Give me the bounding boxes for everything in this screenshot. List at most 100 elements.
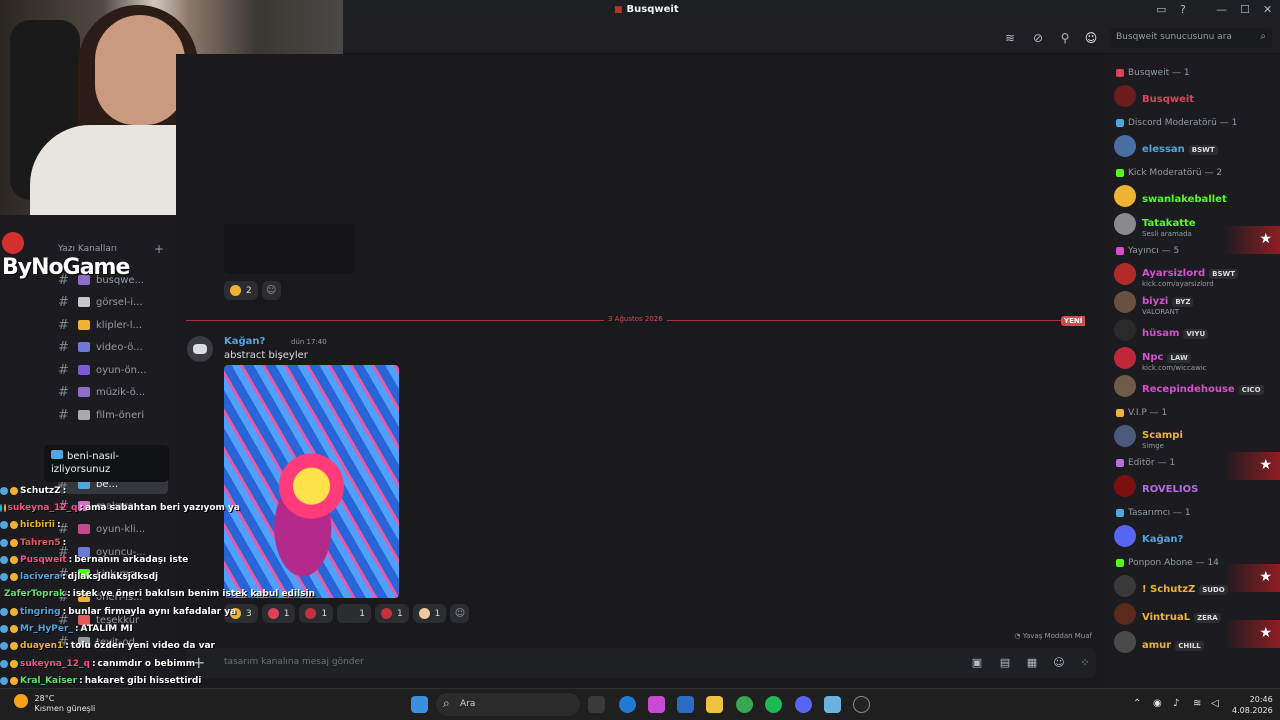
stream-logo: ByNoGame bbox=[2, 230, 152, 280]
member-item[interactable]: swanlakeballet bbox=[1114, 184, 1274, 208]
member-item[interactable]: biyzi BYZ VALORANT bbox=[1114, 290, 1274, 316]
member-avatar bbox=[1114, 263, 1136, 285]
server-search-input[interactable]: Busqweit sunucusunu ara ⌕ bbox=[1110, 28, 1272, 48]
taskbar-search[interactable]: Ara bbox=[436, 693, 580, 716]
member-server-tag: BSWT bbox=[1188, 144, 1218, 155]
add-channel-icon[interactable]: + bbox=[154, 242, 164, 256]
member-avatar bbox=[1114, 135, 1136, 157]
member-name: elessan bbox=[1142, 143, 1185, 155]
weather-widget[interactable]: 28°C Kısmen güneşli bbox=[14, 694, 95, 714]
channel-label: oyun-ön... bbox=[96, 364, 147, 376]
member-avatar bbox=[1114, 375, 1136, 397]
edge-icon[interactable] bbox=[619, 696, 636, 713]
banner-kagan bbox=[1224, 564, 1280, 592]
member-item[interactable]: hüsam VIYU bbox=[1114, 318, 1274, 342]
task-view-icon[interactable] bbox=[588, 696, 605, 713]
channel-item[interactable]: # klipler-l... bbox=[58, 315, 168, 335]
taskbar-clock[interactable]: 20:46 4.08.2026 bbox=[1232, 694, 1273, 716]
chat-badge-icon bbox=[0, 538, 8, 547]
member-item[interactable]: elessan BSWT bbox=[1114, 134, 1274, 158]
abstract-art-image[interactable] bbox=[224, 365, 399, 598]
gif-icon[interactable]: ▤ bbox=[998, 656, 1012, 670]
mic-icon[interactable]: ♪ bbox=[1173, 698, 1179, 709]
message-reactions: 3 1 1 1 1 1 ☺ bbox=[224, 604, 470, 623]
inbox-icon[interactable]: ▭ bbox=[1156, 3, 1166, 16]
channel-emoji-icon bbox=[78, 365, 90, 375]
role-icon bbox=[1116, 459, 1124, 467]
reaction-pill[interactable]: 1 bbox=[299, 604, 334, 623]
member-item[interactable]: Recepindehouse CICO bbox=[1114, 374, 1274, 398]
explorer-icon[interactable] bbox=[706, 696, 723, 713]
channel-item[interactable]: # görsel-i... bbox=[58, 292, 168, 312]
channel-item[interactable]: # müzik-ö... bbox=[58, 382, 168, 402]
channel-item[interactable]: # video-ö... bbox=[58, 337, 168, 357]
member-avatar bbox=[1114, 525, 1136, 547]
message-author[interactable]: Kağan? bbox=[224, 336, 265, 347]
add-reaction-icon[interactable]: ☺ bbox=[261, 281, 281, 300]
chat-badge-icon bbox=[0, 521, 8, 530]
prev-reactions: 2 ☺ bbox=[224, 281, 281, 300]
help-icon[interactable]: ? bbox=[1180, 3, 1186, 16]
member-server-tag: LAW bbox=[1167, 352, 1191, 363]
channel-item[interactable]: # oyun-ön... bbox=[58, 360, 168, 380]
banner-schutzz bbox=[1224, 620, 1280, 648]
member-avatar bbox=[1114, 291, 1136, 313]
member-info: Npc LAW kick.com/wiccawic bbox=[1142, 345, 1207, 372]
reaction-pill[interactable]: 1 bbox=[374, 604, 409, 623]
copilot-icon[interactable] bbox=[648, 696, 665, 713]
member-item[interactable]: Ayarsizlord BSWT kick.com/ayarsizlord bbox=[1114, 262, 1274, 288]
chat-badge-icon bbox=[10, 676, 18, 685]
maximize-button[interactable]: ☐ bbox=[1240, 3, 1250, 16]
chat-line: hicbirii: bbox=[0, 517, 240, 534]
tray-chevron-icon[interactable]: ⌃ bbox=[1133, 698, 1141, 709]
channel-label: klipler-l... bbox=[96, 319, 143, 331]
slowmode-notice: ◔ Yavaş Moddan Muaf bbox=[1014, 632, 1092, 640]
minimize-button[interactable]: — bbox=[1216, 3, 1227, 16]
member-item[interactable]: Busqweit bbox=[1114, 84, 1274, 108]
member-name: Scampi bbox=[1142, 429, 1183, 441]
channel-item[interactable]: # film-öneri bbox=[58, 405, 168, 425]
emoji-icon[interactable]: ☺ bbox=[1052, 656, 1066, 670]
mute-bell-icon[interactable]: ⊘ bbox=[1031, 31, 1045, 45]
member-item[interactable]: Npc LAW kick.com/wiccawic bbox=[1114, 345, 1274, 372]
spotify-icon[interactable] bbox=[765, 696, 782, 713]
member-name: hüsam bbox=[1142, 327, 1180, 339]
member-info: hüsam VIYU bbox=[1142, 321, 1209, 340]
apps-icon[interactable]: ⁘ bbox=[1078, 656, 1092, 670]
add-reaction-icon[interactable]: ☺ bbox=[450, 604, 470, 623]
gift-icon[interactable]: ▣ bbox=[970, 656, 984, 670]
sticker-icon[interactable]: ▦ bbox=[1025, 656, 1039, 670]
threads-icon[interactable]: ≋ bbox=[1003, 31, 1017, 45]
message-composer[interactable]: + tasarım kanalına mesaj gönder ▣ ▤ ▦ ☺ … bbox=[186, 648, 1096, 678]
role-header: Discord Moderatörü — 1 bbox=[1116, 118, 1237, 128]
wifi-icon[interactable]: ≋ bbox=[1193, 698, 1201, 709]
pin-icon[interactable]: ⚲ bbox=[1058, 31, 1072, 45]
chrome-icon[interactable] bbox=[736, 696, 753, 713]
chat-separator: : bbox=[79, 502, 84, 513]
member-item[interactable]: Scampi Simge bbox=[1114, 424, 1274, 450]
reaction-emoji-icon bbox=[305, 608, 317, 619]
reaction-clap[interactable]: 2 bbox=[224, 281, 258, 300]
chat-line: lacivera: djlaksjdlaksjdksdj bbox=[0, 568, 240, 585]
reaction-pill[interactable]: 1 bbox=[412, 604, 447, 623]
reaction-pill[interactable]: 1 bbox=[261, 604, 296, 623]
reaction-emoji-icon bbox=[343, 608, 355, 619]
start-icon[interactable] bbox=[411, 696, 428, 713]
member-item[interactable]: Kağan? bbox=[1114, 524, 1274, 548]
reaction-pill[interactable]: 1 bbox=[337, 604, 371, 623]
reaction-count: 3 bbox=[246, 608, 252, 619]
hash-icon: # bbox=[58, 384, 69, 400]
volume-icon[interactable]: ◁ bbox=[1211, 698, 1219, 709]
store-icon[interactable] bbox=[677, 696, 694, 713]
chat-separator: : bbox=[62, 485, 67, 496]
member-server-tag: CHILL bbox=[1175, 640, 1204, 651]
chat-badge-icon bbox=[0, 659, 8, 668]
members-icon[interactable]: ☺ bbox=[1084, 31, 1098, 45]
obs-icon[interactable] bbox=[853, 696, 870, 713]
author-avatar[interactable] bbox=[187, 336, 213, 362]
network-icon[interactable]: ◉ bbox=[1153, 698, 1162, 709]
clap-emoji-icon bbox=[230, 285, 241, 296]
close-button[interactable]: ✕ bbox=[1263, 3, 1272, 16]
discord-icon[interactable] bbox=[795, 696, 812, 713]
network-app-icon[interactable] bbox=[824, 696, 841, 713]
